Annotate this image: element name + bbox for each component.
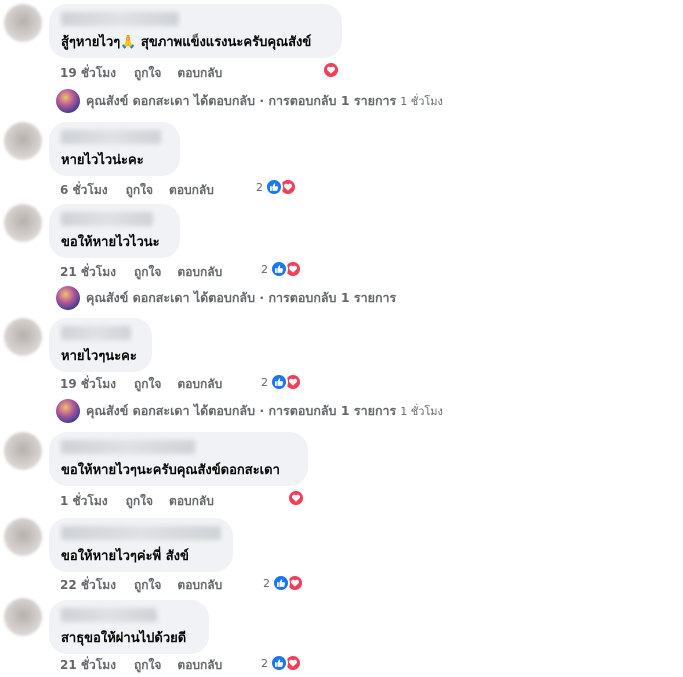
love-reaction-icon [287,489,305,507]
comment-text: สาธุขอให้ผ่านไปด้วยดี [61,631,187,646]
commenter-avatar[interactable] [4,432,42,470]
comment-bubble: ขอให้หายไวๆนะครับคุณสังข์ดอกสะเดา [49,432,308,486]
comment-actions: 21 ชั่วโมง ถูกใจ ตอบกลับ [60,656,222,675]
reply-summary-text: คุณสังข์ ดอกสะเดา ได้ตอบกลับ · การตอบกลั… [86,93,397,108]
comment-bubble: หายไวไวน่ะคะ [49,122,180,176]
like-reaction-icon [270,373,288,391]
like-link[interactable]: ถูกใจ [134,375,161,394]
comment-bubble: สาธุขอให้ผ่านไปด้วยดี [49,600,209,654]
like-reaction-icon [265,178,283,196]
commenter-name-blurred[interactable] [61,440,195,454]
comment-timestamp[interactable]: 19 ชั่วโมง [60,375,116,394]
commenter-avatar[interactable] [4,318,42,356]
reaction-count: 2 [263,576,270,590]
commenter-name-blurred[interactable] [61,326,131,340]
reply-link[interactable]: ตอบกลับ [177,656,222,675]
comment-text: หายไวไวน่ะคะ [61,153,144,168]
replier-avatar [56,286,80,310]
reaction-summary[interactable]: 2 [261,654,302,672]
comment-bubble: ขอให้หายไวไวนะ [49,204,180,258]
comment-text: ขอให้หายไวๆค่ะพี่ สังข์ [61,549,189,564]
reply-thread-link[interactable]: คุณสังข์ ดอกสะเดา ได้ตอบกลับ · การตอบกลั… [56,399,443,423]
comment-actions: 22 ชั่วโมง ถูกใจ ตอบกลับ [60,576,222,595]
commenter-name-blurred[interactable] [61,608,157,622]
comment-text: ขอให้หายไวไวนะ [61,235,160,250]
comment-bubble: หายไวๆนะคะ [49,318,152,372]
like-reaction-icon [270,654,288,672]
reply-link[interactable]: ตอบกลับ [169,492,214,511]
comment-timestamp[interactable]: 22 ชั่วโมง [60,576,116,595]
commenter-name-blurred[interactable] [61,12,179,26]
comment-actions: 21 ชั่วโมง ถูกใจ ตอบกลับ [60,263,222,282]
reaction-count: 2 [261,656,268,670]
commenter-name-blurred[interactable] [61,130,161,144]
replier-avatar [56,89,80,113]
comment-text: สู้ๆหายไวๆ🙏 สุขภาพแข็งแรงนะครับคุณสังข์ [61,35,312,50]
like-link[interactable]: ถูกใจ [134,263,161,282]
comment-timestamp[interactable]: 1 ชั่วโมง [60,492,108,511]
comment-text: หายไวๆนะคะ [61,349,137,364]
comment-actions: 19 ชั่วโมง ถูกใจ ตอบกลับ [60,375,222,394]
commenter-avatar[interactable] [4,204,42,242]
reaction-count: 2 [261,262,268,276]
reply-summary-text: คุณสังข์ ดอกสะเดา ได้ตอบกลับ · การตอบกลั… [86,290,397,305]
reply-link[interactable]: ตอบกลับ [169,181,214,200]
reaction-summary[interactable]: 2 [261,373,302,391]
commenter-name-blurred[interactable] [61,526,221,540]
reply-link[interactable]: ตอบกลับ [177,263,222,282]
commenter-name-blurred[interactable] [61,212,153,226]
comment-actions: 19 ชั่วโมง ถูกใจ ตอบกลับ [60,64,222,83]
reaction-summary[interactable] [322,61,340,79]
comment-bubble: ขอให้หายไวๆค่ะพี่ สังข์ [49,518,233,572]
comment-actions: 6 ชั่วโมง ถูกใจ ตอบกลับ [60,181,214,200]
reply-timestamp: 1 ชั่วโมง [400,95,443,108]
reaction-summary[interactable]: 2 [256,178,297,196]
reply-thread-link[interactable]: คุณสังข์ ดอกสะเดา ได้ตอบกลับ · การตอบกลั… [56,286,400,310]
replier-avatar [56,399,80,423]
reaction-summary[interactable] [287,489,305,507]
like-link[interactable]: ถูกใจ [126,181,153,200]
comment-timestamp[interactable]: 21 ชั่วโมง [60,263,116,282]
reply-timestamp: 1 ชั่วโมง [400,405,443,418]
love-reaction-icon [322,61,340,79]
comment-timestamp[interactable]: 21 ชั่วโมง [60,656,116,675]
reply-summary-text: คุณสังข์ ดอกสะเดา ได้ตอบกลับ · การตอบกลั… [86,403,397,418]
reaction-summary[interactable]: 2 [261,260,302,278]
reaction-count: 2 [256,180,263,194]
like-link[interactable]: ถูกใจ [134,64,161,83]
comment-timestamp[interactable]: 6 ชั่วโมง [60,181,108,200]
comment-text: ขอให้หายไวๆนะครับคุณสังข์ดอกสะเดา [61,463,280,478]
like-reaction-icon [272,574,290,592]
commenter-avatar[interactable] [4,598,42,636]
comment-timestamp[interactable]: 19 ชั่วโมง [60,64,116,83]
reaction-summary[interactable]: 2 [263,574,304,592]
reaction-count: 2 [261,375,268,389]
comment-bubble: สู้ๆหายไวๆ🙏 สุขภาพแข็งแรงนะครับคุณสังข์ [49,4,342,58]
comment-actions: 1 ชั่วโมง ถูกใจ ตอบกลับ [60,492,214,511]
commenter-avatar[interactable] [4,518,42,556]
like-link[interactable]: ถูกใจ [126,492,153,511]
reply-link[interactable]: ตอบกลับ [177,64,222,83]
like-reaction-icon [270,260,288,278]
like-link[interactable]: ถูกใจ [134,656,161,675]
like-link[interactable]: ถูกใจ [134,576,161,595]
reply-link[interactable]: ตอบกลับ [177,375,222,394]
commenter-avatar[interactable] [4,4,42,42]
commenter-avatar[interactable] [4,122,42,160]
reply-link[interactable]: ตอบกลับ [177,576,222,595]
reply-thread-link[interactable]: คุณสังข์ ดอกสะเดา ได้ตอบกลับ · การตอบกลั… [56,89,443,113]
